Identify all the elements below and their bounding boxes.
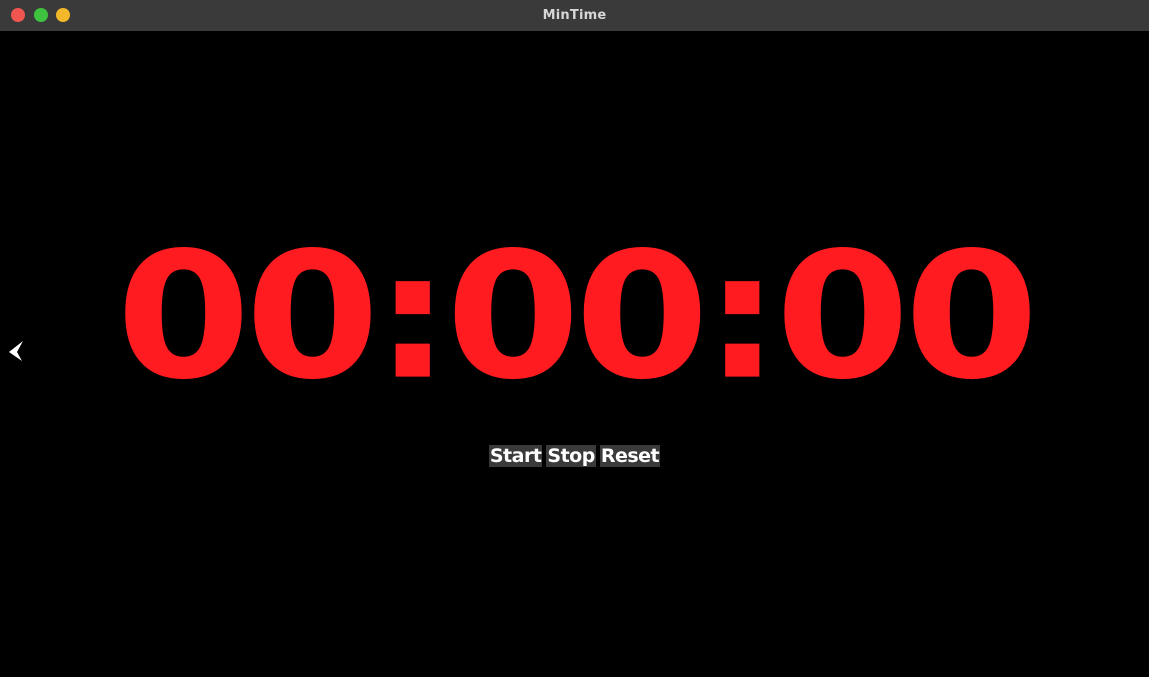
reset-button[interactable]: Reset	[599, 445, 661, 467]
main-content: 00:00:00 Start Stop Reset	[0, 31, 1149, 677]
stop-button[interactable]: Stop	[546, 445, 596, 467]
app-window: MinTime 00:00:00 Start Stop Reset	[0, 0, 1149, 677]
timer-controls: Start Stop Reset	[0, 445, 1149, 467]
window-title: MinTime	[542, 8, 607, 23]
title-bar[interactable]: MinTime	[0, 0, 1149, 31]
timer-display: 00:00:00	[115, 214, 1039, 418]
start-button[interactable]: Start	[488, 445, 543, 467]
